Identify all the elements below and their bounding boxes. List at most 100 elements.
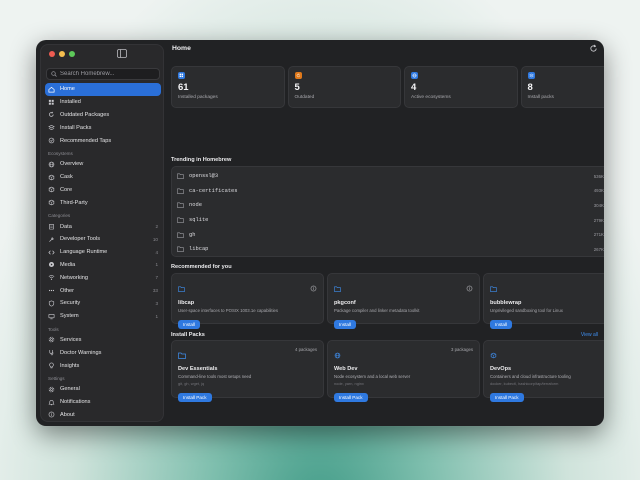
sidebar-item-recommended-taps[interactable]: Recommended Taps bbox=[45, 134, 161, 147]
refresh-icon[interactable] bbox=[589, 44, 598, 53]
clipboard-icon-wrapper bbox=[48, 223, 55, 230]
sidebar-item-general[interactable]: General bbox=[45, 383, 161, 396]
sidebar-item-label: Outdated Packages bbox=[60, 111, 110, 118]
wrench-icon-wrapper bbox=[48, 236, 55, 243]
folder-icon bbox=[490, 286, 497, 292]
sidebar-item-count: 7 bbox=[155, 275, 158, 281]
box-icon bbox=[490, 352, 497, 359]
trending-row[interactable]: node 304K bbox=[177, 198, 604, 213]
play-icon bbox=[48, 262, 55, 268]
sidebar-item-data[interactable]: Data 2 bbox=[45, 220, 161, 233]
bell-icon bbox=[48, 399, 55, 405]
stat-icon-badge bbox=[527, 72, 535, 79]
shield-icon-wrapper bbox=[48, 300, 55, 307]
sidebar-item-notifications[interactable]: Notifications bbox=[45, 396, 161, 409]
sidebar-item-media[interactable]: Media 1 bbox=[45, 259, 161, 272]
trending-row[interactable]: sqlite 279K bbox=[177, 213, 604, 228]
trending-row[interactable]: gh 271K bbox=[177, 227, 604, 242]
install-pack-card: 3 packages DevOps Containers and cloud i… bbox=[483, 340, 604, 402]
download-count: 271K bbox=[593, 232, 604, 238]
trending-row[interactable]: libcap 267K bbox=[177, 242, 604, 257]
sidebar-item-outdated-packages[interactable]: Outdated Packages bbox=[45, 109, 161, 122]
install-pack-button[interactable]: Install Pack bbox=[490, 393, 524, 402]
stat-card[interactable]: 8 Install packs bbox=[520, 66, 604, 108]
recommended-name: libcap bbox=[178, 300, 195, 306]
sidebar-item-networking[interactable]: Networking 7 bbox=[45, 271, 161, 284]
zoom-window-button[interactable] bbox=[69, 51, 75, 57]
search-input[interactable] bbox=[60, 71, 150, 77]
sidebar-item-label: Language Runtime bbox=[60, 249, 108, 256]
sidebar-item-developer-tools[interactable]: Developer Tools 10 bbox=[45, 233, 161, 246]
folder-icon bbox=[177, 203, 184, 209]
stat-card[interactable]: 5 Outdated bbox=[287, 66, 401, 108]
sidebar-item-insights[interactable]: Insights bbox=[45, 359, 161, 372]
recommended-card: bubblewrap Unprivileged sandboxing tool … bbox=[483, 273, 604, 329]
sidebar-item-label: About bbox=[60, 411, 75, 418]
trending-row[interactable]: ca-certificates 493K bbox=[177, 184, 604, 199]
package-name: openssl@3 bbox=[189, 173, 219, 180]
sidebar-section-title: Tools bbox=[48, 326, 59, 332]
stat-icon-badge bbox=[294, 72, 302, 79]
install-button[interactable]: Install bbox=[490, 320, 513, 329]
sidebar-section-title: Categories bbox=[48, 213, 71, 219]
box-icon bbox=[48, 199, 55, 206]
trending-row[interactable]: openssl@3 536K bbox=[177, 169, 604, 184]
sidebar-item-security[interactable]: Security 3 bbox=[45, 297, 161, 310]
sidebar-item-language-runtime[interactable]: Language Runtime 4 bbox=[45, 246, 161, 259]
sidebar-item-other[interactable]: Other 33 bbox=[45, 284, 161, 297]
sidebar-item-system[interactable]: System 1 bbox=[45, 310, 161, 323]
sidebar-item-about[interactable]: About bbox=[45, 409, 161, 422]
download-count: 279K bbox=[593, 217, 604, 223]
folder-icon bbox=[178, 352, 186, 359]
sidebar-item-third-party[interactable]: Third-Party bbox=[45, 196, 161, 209]
pack-name: DevOps bbox=[490, 366, 512, 372]
recommended-name: bubblewrap bbox=[490, 300, 522, 306]
folder-icon bbox=[177, 246, 184, 253]
sidebar-item-overview[interactable]: Overview bbox=[45, 158, 161, 171]
folder-icon bbox=[177, 232, 184, 238]
minimize-window-button[interactable] bbox=[59, 51, 65, 57]
page-title: Home bbox=[172, 45, 191, 52]
sidebar-item-installed[interactable]: Installed bbox=[45, 96, 161, 109]
dots-icon-wrapper bbox=[48, 287, 55, 294]
search-box[interactable] bbox=[46, 68, 160, 80]
grid-icon bbox=[48, 99, 54, 105]
install-button[interactable]: Install bbox=[178, 320, 201, 329]
sidebar-item-services[interactable]: Services bbox=[45, 334, 161, 347]
bell-icon-wrapper bbox=[48, 399, 55, 406]
sidebar-toggle-icon[interactable] bbox=[117, 49, 127, 58]
install-pack-button[interactable]: Install Pack bbox=[178, 393, 212, 402]
pack-name: Dev Essentials bbox=[178, 366, 218, 372]
install-pack-button[interactable]: Install Pack bbox=[334, 393, 368, 402]
grid-icon-wrapper bbox=[48, 99, 55, 106]
sidebar-item-cask[interactable]: Cask bbox=[45, 171, 161, 184]
recommended-row: libcap User-space interfaces to POSIX 10… bbox=[171, 273, 604, 329]
sidebar-item-label: Doctor Warnings bbox=[60, 349, 102, 356]
view-all-link[interactable]: View all bbox=[581, 332, 598, 338]
code-icon bbox=[48, 250, 55, 255]
recommended-card: libcap User-space interfaces to POSIX 10… bbox=[171, 273, 324, 329]
install-button[interactable]: Install bbox=[334, 320, 357, 329]
recommended-title: Recommended for you bbox=[171, 264, 232, 270]
close-window-button[interactable] bbox=[49, 51, 55, 57]
packs-title: Install Packs bbox=[171, 332, 205, 338]
sidebar-item-doctor-warnings[interactable]: Doctor Warnings bbox=[45, 346, 161, 359]
sidebar-item-core[interactable]: Core bbox=[45, 184, 161, 197]
stat-card[interactable]: 61 Installed packages bbox=[171, 66, 285, 108]
monitor-icon bbox=[48, 313, 55, 319]
sidebar-item-label: Media bbox=[60, 261, 76, 268]
sidebar-item-count: 2 bbox=[155, 224, 158, 230]
sidebar-section-title: Settings bbox=[48, 375, 65, 381]
refresh-icon bbox=[49, 112, 54, 118]
info-button[interactable] bbox=[466, 279, 473, 292]
sidebar-item-install-packs[interactable]: Install Packs bbox=[45, 121, 161, 134]
pack-description: Containers and cloud infrastructure tool… bbox=[490, 374, 571, 379]
stat-card[interactable]: 4 Active ecosystems bbox=[404, 66, 518, 108]
search-icon bbox=[51, 71, 57, 77]
sidebar-item-label: Recommended Taps bbox=[60, 137, 112, 144]
sidebar-item-home[interactable]: Home bbox=[45, 83, 161, 96]
sidebar-section-title: Ecosystems bbox=[48, 150, 73, 156]
info-button[interactable] bbox=[310, 279, 317, 292]
package-name: node bbox=[189, 202, 202, 209]
bulb-icon bbox=[49, 362, 54, 369]
